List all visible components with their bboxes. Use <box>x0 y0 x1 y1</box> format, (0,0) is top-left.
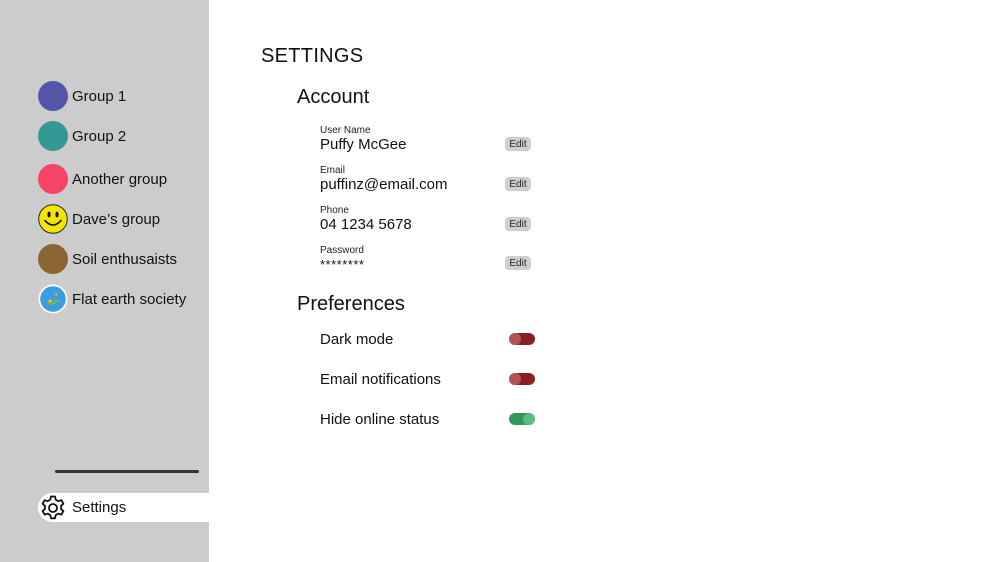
edit-phone-button[interactable]: Edit <box>505 217 531 231</box>
sidebar-item-soil-enthusiasts[interactable]: Soil enthusaists <box>38 244 177 274</box>
sidebar-item-label: Flat earth society <box>72 290 187 308</box>
edit-email-button[interactable]: Edit <box>505 177 531 191</box>
sidebar-item-flat-earth-society[interactable]: Flat earth society <box>38 284 186 314</box>
hide-online-status-toggle[interactable] <box>509 413 535 425</box>
email-field: Email puffinz@email.com <box>320 165 535 194</box>
gear-icon <box>38 493 67 522</box>
toggle-knob <box>509 373 521 385</box>
sidebar-item-label: Another group <box>72 170 168 188</box>
pref-label-dark-mode: Dark mode <box>320 331 394 348</box>
group-avatar <box>38 164 68 194</box>
sidebar: Group 1 Group 2 Another group Dave’s gro… <box>0 0 209 562</box>
dark-mode-toggle[interactable] <box>509 333 535 345</box>
sidebar-divider <box>55 470 199 473</box>
field-label: Password <box>320 245 364 256</box>
sidebar-item-daves-group[interactable]: Dave’s group <box>38 204 160 234</box>
sidebar-item-group-2[interactable]: Group 2 <box>38 121 126 151</box>
sidebar-item-label: Group 1 <box>72 87 127 105</box>
sidebar-item-label: Dave’s group <box>72 210 161 228</box>
account-heading: Account <box>297 86 370 108</box>
edit-password-button[interactable]: Edit <box>505 256 531 270</box>
field-label: Phone <box>320 205 349 216</box>
group-avatar <box>38 244 68 274</box>
pref-label-email-notifications: Email notifications <box>320 371 441 388</box>
field-value: ******** <box>320 257 365 272</box>
toggle-knob <box>523 413 535 425</box>
field-value: puffinz@email.com <box>320 176 448 193</box>
sidebar-item-label: Settings <box>72 499 127 516</box>
page-title: SETTINGS <box>261 45 364 67</box>
group-avatar <box>38 121 68 151</box>
pref-label-hide-online-status: Hide online status <box>320 411 440 428</box>
email-notifications-toggle[interactable] <box>509 373 535 385</box>
phone-field: Phone 04 1234 5678 <box>320 205 535 234</box>
group-avatar <box>38 81 68 111</box>
field-value: Puffy McGee <box>320 136 407 153</box>
field-value: 04 1234 5678 <box>320 216 412 233</box>
toggle-knob <box>509 333 521 345</box>
field-label: User Name <box>320 125 371 136</box>
sidebar-item-another-group[interactable]: Another group <box>38 164 167 194</box>
field-label: Email <box>320 165 346 176</box>
password-field: Password ******** <box>320 245 535 274</box>
sidebar-item-label: Soil enthusaists <box>72 250 178 268</box>
sidebar-item-label: Group 2 <box>72 127 127 145</box>
sidebar-item-settings[interactable]: Settings <box>38 493 209 522</box>
preferences-heading: Preferences <box>297 293 405 315</box>
username-field: User Name Puffy McGee <box>320 125 535 154</box>
flat-earth-map-icon <box>38 284 68 314</box>
smiley-face-icon <box>38 204 68 234</box>
sidebar-item-group-1[interactable]: Group 1 <box>38 81 126 111</box>
settings-panel: SETTINGS Account User Name Puffy McGee E… <box>209 0 1004 562</box>
edit-username-button[interactable]: Edit <box>505 137 531 151</box>
